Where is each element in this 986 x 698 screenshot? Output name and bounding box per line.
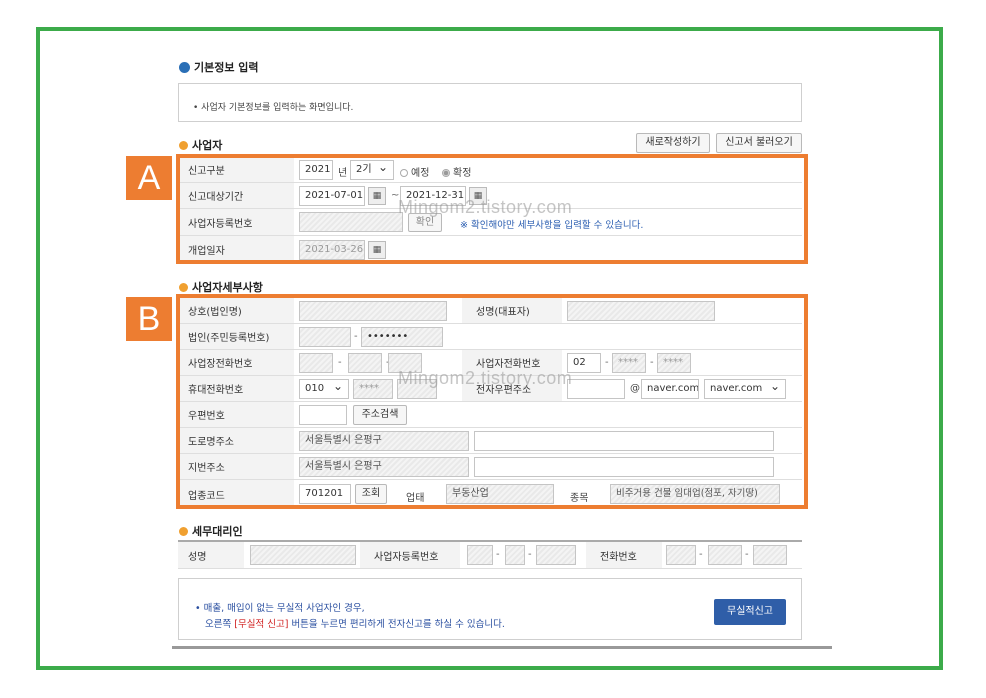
agent-phone-mid-field[interactable] (708, 545, 742, 565)
divider (172, 646, 832, 649)
notice-line-1: • 매출, 매입이 없는 무실적 사업자인 경우, (195, 603, 365, 614)
new-form-button[interactable]: 새로작성하기 (636, 133, 710, 153)
load-report-button[interactable]: 신고서 불러오기 (716, 133, 802, 153)
highlight-box-b (176, 294, 808, 509)
section-bullet-icon (179, 141, 188, 150)
info-bullet-icon (179, 62, 190, 73)
agent-section-title: 세무대리인 (179, 523, 243, 539)
notice-line-2: 오른쪽 [무실적 신고] 버튼을 누르면 편리하게 전자신고를 하실 수 있습니… (205, 619, 505, 630)
notice-highlight: [무실적 신고] (234, 619, 289, 630)
no-activity-submit-button[interactable]: 무실적신고 (714, 599, 786, 625)
agent-reg-no-label: 사업자등록번호 (360, 542, 460, 568)
biz-section-title: 사업자 (179, 137, 222, 153)
section-bullet-icon (179, 527, 188, 536)
dash: - (528, 549, 532, 560)
agent-table: 성명 사업자등록번호 - - 전화번호 - - (178, 540, 802, 569)
basic-info-notice: • 사업자 기본정보를 입력하는 화면입니다. (178, 83, 802, 122)
dash: - (699, 549, 703, 560)
watermark: Mingom2.tistory.com (398, 368, 573, 388)
agent-phone-last-field[interactable] (753, 545, 787, 565)
detail-section-title: 사업자세부사항 (179, 279, 263, 295)
watermark: Mingom2.tistory.com (398, 197, 573, 217)
badge-a: A (126, 156, 172, 200)
basic-info-title: 기본정보 입력 (179, 59, 259, 75)
badge-b: B (126, 297, 172, 341)
agent-row: 성명 사업자등록번호 - - 전화번호 - - (178, 542, 802, 569)
agent-phone-label: 전화번호 (586, 542, 662, 568)
agent-reg-first-field[interactable] (467, 545, 493, 565)
agent-phone-area-field[interactable] (666, 545, 696, 565)
agent-name-label: 성명 (178, 542, 244, 568)
agent-reg-mid-field[interactable] (505, 545, 525, 565)
agent-name-field[interactable] (250, 545, 356, 565)
no-activity-notice: • 매출, 매입이 없는 무실적 사업자인 경우, 오른쪽 [무실적 신고] 버… (178, 578, 802, 640)
dash: - (496, 549, 500, 560)
agent-reg-last-field[interactable] (536, 545, 576, 565)
section-bullet-icon (179, 283, 188, 292)
dash: - (745, 549, 749, 560)
